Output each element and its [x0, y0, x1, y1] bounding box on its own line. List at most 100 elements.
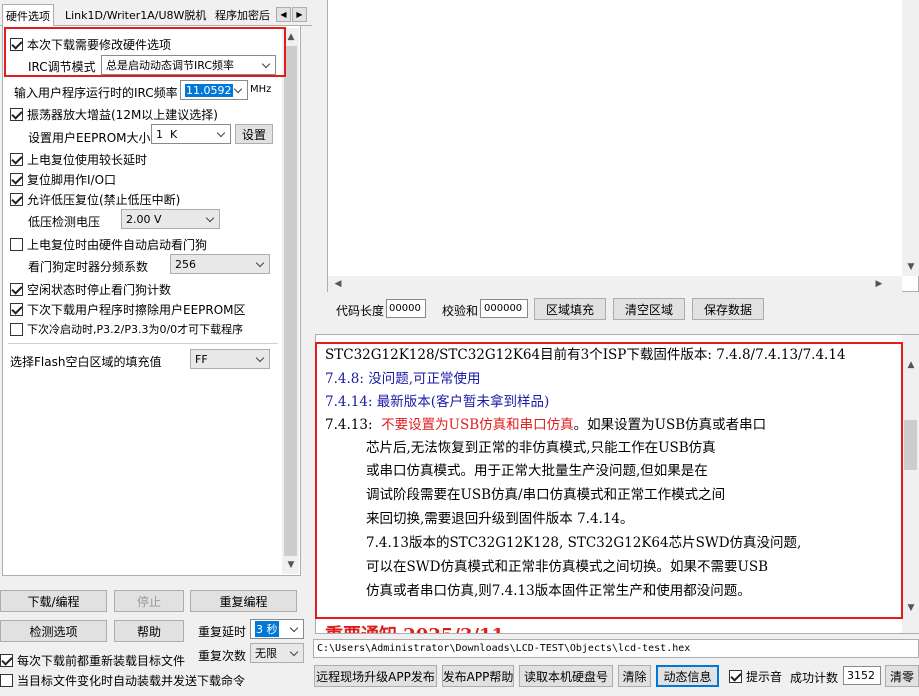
reload-before-option[interactable]: 每次下载前都重新装载目标文件 [0, 652, 185, 669]
irc-freq-select[interactable]: 11.0592 [180, 80, 248, 100]
scroll-up-icon[interactable]: ▲ [284, 30, 298, 44]
tab-hardware-options[interactable]: 硬件选项 [2, 4, 54, 26]
dynamic-info-button[interactable]: 动态信息 [656, 665, 719, 687]
code-length-row: 代码长度 [336, 302, 384, 319]
lvd-voltage-row: 低压检测电压 [28, 213, 100, 230]
success-count-row: 成功计数 [790, 669, 838, 686]
tab-scroll-next-button[interactable]: ▶ [292, 7, 307, 22]
scroll-down-icon[interactable]: ▼ [904, 260, 918, 274]
log-line: 7.4.8: 没问题,可正常使用 [325, 371, 481, 387]
clear-region-button[interactable]: 清空区域 [613, 298, 685, 320]
wdt-auto-option[interactable]: 上电复位时由硬件自动启动看门狗 [10, 236, 207, 253]
success-count-field: 3152 [843, 666, 881, 685]
repeat-delay-value: 3 秒 [255, 621, 279, 637]
file-path-field: C:\Users\Administrator\Downloads\LCD-TES… [313, 639, 919, 658]
publish-app-button[interactable]: 远程现场升级APP发布 [314, 665, 437, 687]
stop-button[interactable]: 停止 [114, 590, 184, 612]
auto-reload-label: 当目标文件变化时自动装载并发送下载命令 [17, 674, 246, 688]
log-scroll-thumb[interactable] [904, 420, 917, 470]
por-delay-label: 上电复位使用较长延时 [27, 153, 148, 167]
irc-mode-row: IRC调节模式 [28, 58, 96, 75]
flash-fill-row: 选择Flash空白区域的填充值 [10, 353, 161, 370]
wdt-auto-label: 上电复位时由硬件自动启动看门狗 [27, 238, 208, 252]
irc-mode-select[interactable]: 总是启动动态调节IRC频率 [101, 55, 276, 75]
p32-p33-option[interactable]: 下次冷启动时,P3.2/P3.3为0/0才可下载程序 [10, 321, 243, 337]
flash-fill-select[interactable]: FF [190, 349, 270, 369]
log-vscrollbar[interactable] [902, 335, 919, 633]
help-button[interactable]: 帮助 [114, 620, 184, 642]
chevron-down-icon [256, 259, 266, 269]
por-delay-option[interactable]: 上电复位使用较长延时 [10, 151, 147, 168]
checksum-field: 000000 [480, 299, 528, 318]
log-version-label: 7.4.13: [325, 417, 382, 433]
fill-region-button[interactable]: 区域填充 [534, 298, 606, 320]
scroll-right-icon[interactable]: ▶ [872, 277, 886, 291]
publish-help-button[interactable]: 发布APP帮助 [442, 665, 514, 687]
repeat-delay-select[interactable]: 3 秒 [250, 619, 304, 639]
repeat-program-button[interactable]: 重复编程 [190, 590, 297, 612]
erase-eeprom-checkbox[interactable] [10, 303, 23, 316]
chevron-down-icon [206, 214, 216, 224]
scroll-down-icon[interactable]: ▼ [284, 558, 298, 572]
modify-hw-checkbox[interactable] [10, 38, 23, 51]
code-hscrollbar[interactable] [328, 276, 902, 292]
log-line: STC32G12K128/STC32G12K64目前有3个ISP下载固件版本: … [325, 347, 846, 363]
chevron-down-icon [290, 648, 300, 658]
flash-fill-label: 选择Flash空白区域的填充值 [10, 355, 162, 369]
log-panel[interactable]: STC32G12K128/STC32G12K64目前有3个ISP下载固件版本: … [315, 334, 919, 634]
clear-log-button[interactable]: 清除 [618, 665, 651, 687]
log-line: 来回切换,需要退回升级到固件版本 7.4.14。 [366, 511, 634, 527]
log-line: 7.4.13: 不要设置为USB仿真和串口仿真。如果设置为USB仿真或者串口 [325, 413, 766, 433]
code-length-label: 代码长度 [336, 304, 385, 318]
por-delay-checkbox[interactable] [10, 153, 23, 166]
reset-io-checkbox[interactable] [10, 173, 23, 186]
osc-gain-checkbox[interactable] [10, 108, 23, 121]
lvd-reset-option[interactable]: 允许低压复位(禁止低压中断) [10, 191, 180, 208]
code-buffer-view[interactable] [327, 0, 919, 292]
log-line: 7.4.13版本的STC32G12K128, STC32G12K64芯片SWD仿… [366, 535, 802, 551]
idle-wdt-checkbox[interactable] [10, 283, 23, 296]
scroll-thumb[interactable] [284, 46, 297, 556]
irc-freq-unit: MHz [250, 84, 271, 95]
reload-before-checkbox[interactable] [0, 654, 13, 667]
chevron-down-icon [262, 60, 272, 70]
irc-freq-label: 输入用户程序运行时的IRC频率 [14, 86, 178, 100]
modify-hw-option[interactable]: 本次下载需要修改硬件选项 [10, 36, 171, 53]
p32-p33-checkbox[interactable] [10, 322, 23, 336]
tab-link1d-offline[interactable]: Link1D/Writer1A/U8W脱机 [62, 5, 209, 25]
beep-option[interactable]: 提示音 [729, 668, 782, 685]
read-disk-button[interactable]: 读取本机硬盘号 [519, 665, 613, 687]
repeat-count-select[interactable]: 无限 [250, 643, 304, 663]
option-divider [8, 343, 278, 344]
code-vscrollbar[interactable] [902, 0, 919, 276]
tab-scroll-prev-button[interactable]: ◀ [276, 7, 291, 22]
scroll-left-icon[interactable]: ◀ [331, 277, 345, 291]
wdt-auto-checkbox[interactable] [10, 238, 23, 251]
osc-gain-option[interactable]: 振荡器放大增益(12M以上建议选择) [10, 106, 218, 123]
eeprom-set-button[interactable]: 设置 [235, 124, 273, 144]
reset-io-option[interactable]: 复位脚用作I/O口 [10, 171, 116, 188]
check-options-button[interactable]: 检测选项 [0, 620, 107, 642]
repeat-delay-row: 重复延时 [198, 623, 246, 640]
erase-eeprom-option[interactable]: 下次下载用户程序时擦除用户EEPROM区 [10, 301, 246, 318]
beep-checkbox[interactable] [729, 670, 742, 683]
scroll-down-icon[interactable]: ▼ [904, 601, 918, 615]
eeprom-size-select[interactable]: 1 K [151, 124, 231, 144]
log-line: 7.4.14: 最新版本(客户暂未拿到样品) [325, 394, 550, 410]
scroll-up-icon[interactable]: ▲ [904, 358, 918, 372]
idle-wdt-option[interactable]: 空闲状态时停止看门狗计数 [10, 281, 171, 298]
wdt-div-select[interactable]: 256 [170, 254, 270, 274]
irc-mode-value: 总是启动动态调节IRC频率 [106, 59, 235, 72]
log-line: 重要通知 2025/3/11 [325, 621, 504, 633]
lvd-reset-checkbox[interactable] [10, 193, 23, 206]
beep-label: 提示音 [746, 670, 783, 684]
tab-program-encrypt[interactable]: 程序加密后 [212, 5, 273, 25]
eeprom-label: 设置用户EEPROM大小 [28, 131, 151, 145]
lvd-voltage-select[interactable]: 2.00 V [121, 209, 220, 229]
auto-reload-checkbox[interactable] [0, 674, 13, 687]
save-data-button[interactable]: 保存数据 [692, 298, 764, 320]
download-program-button[interactable]: 下载/编程 [0, 590, 107, 612]
clear-count-button[interactable]: 清零 [885, 665, 919, 687]
auto-reload-option[interactable]: 当目标文件变化时自动装载并发送下载命令 [0, 672, 245, 689]
left-panel: 硬件选项 Link1D/Writer1A/U8W脱机 程序加密后 ◀ ▶ ▲ ▼… [0, 0, 312, 590]
